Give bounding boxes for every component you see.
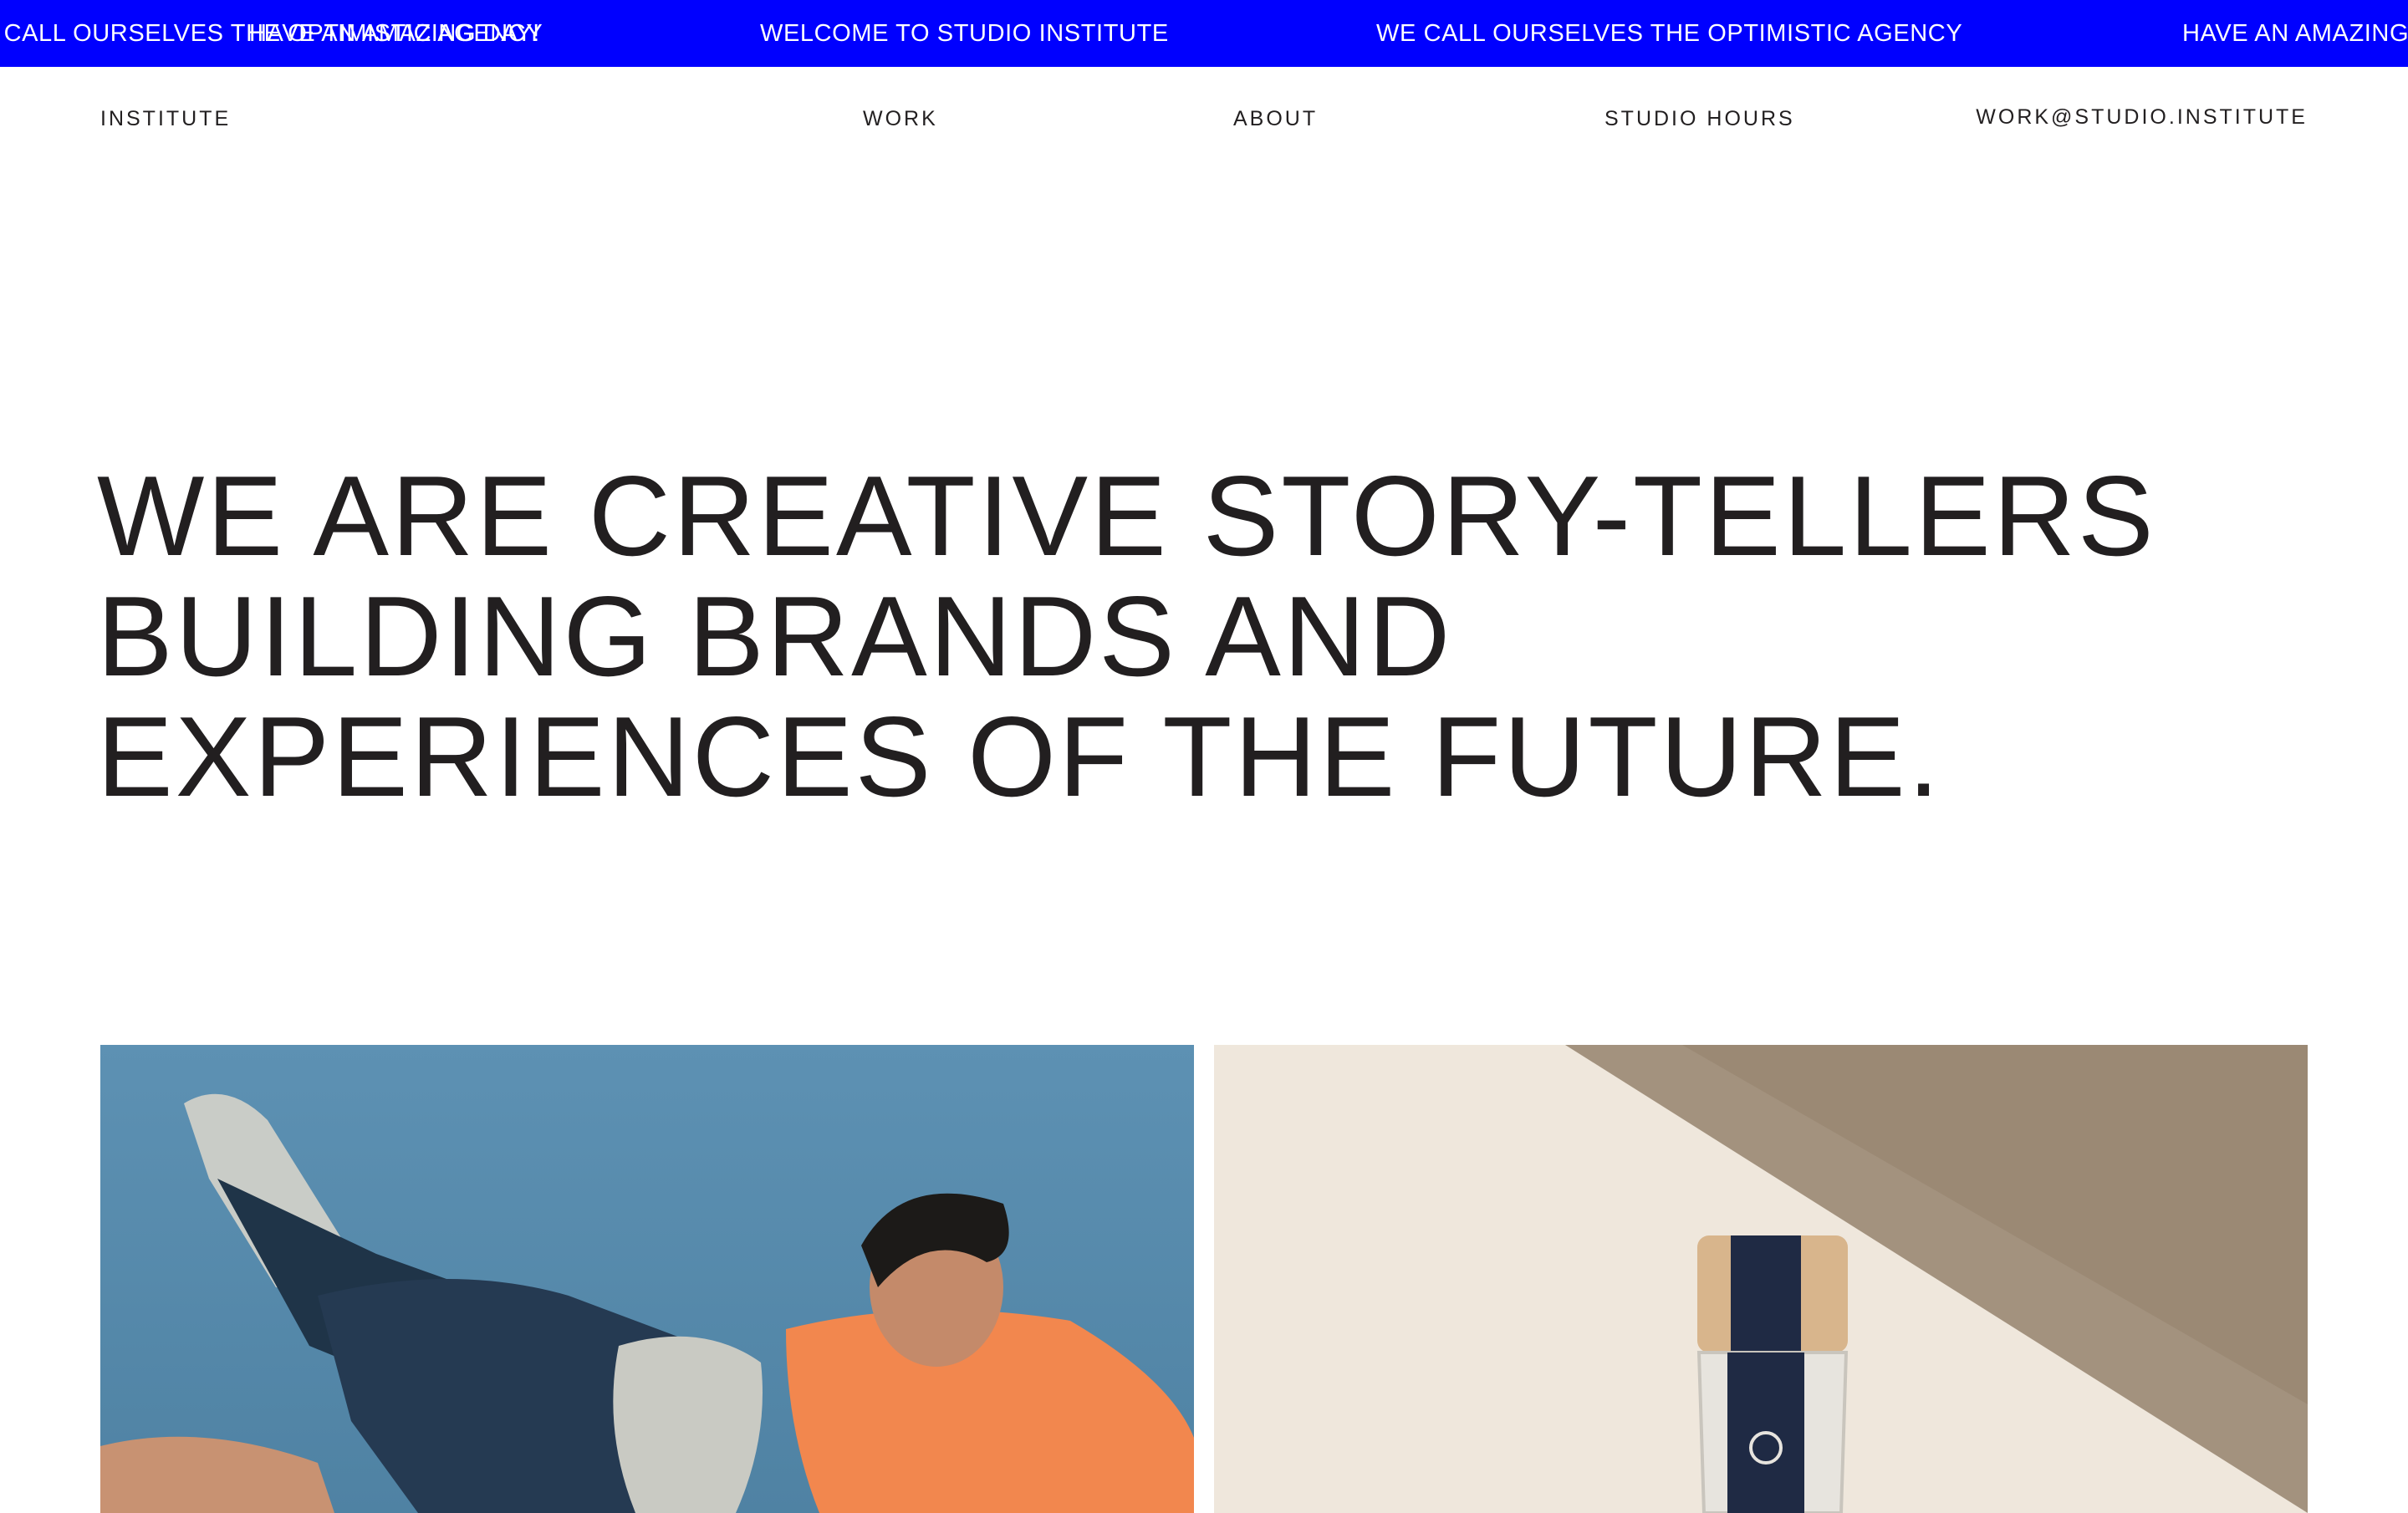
nav-link-studio-hours[interactable]: STUDIO HOURS [1604, 107, 1795, 131]
nav-link-work[interactable]: WORK [863, 107, 938, 131]
glass-bottle-photo [1214, 1045, 2308, 1513]
site-logo-link[interactable]: INSTITUTE [100, 107, 231, 131]
marquee-item: WE CALL OURSELVES THE OPTIMISTIC AGENCY [1376, 20, 1963, 47]
contact-email-link[interactable]: WORK@STUDIO.INSTITUTE [1976, 105, 2308, 130]
hero-line: WE ARE CREATIVE STORY-TELLERS [97, 452, 2156, 579]
nav-link-about[interactable]: ABOUT [1233, 107, 1318, 131]
hero-line: EXPERIENCES OF THE FUTURE. [97, 693, 1942, 820]
man-falling-sky-photo [100, 1045, 1194, 1513]
marquee-item: HAVE AN AMAZING DAY! [249, 20, 540, 47]
hero-headline: WE ARE CREATIVE STORY-TELLERS BUILDING B… [97, 456, 2354, 817]
project-tile-man-falling[interactable] [100, 1045, 1194, 1513]
hero-line: BUILDING BRANDS AND [97, 573, 1453, 700]
marquee-item: HAVE AN AMAZING DAY! [2182, 20, 2408, 47]
project-tile-bottle[interactable] [1214, 1045, 2308, 1513]
marquee-banner: WE CALL OURSELVES THE OPTIMISTIC AGENCY … [0, 0, 2408, 67]
marquee-item: WELCOME TO STUDIO INSTITUTE [760, 20, 1169, 47]
main-nav: INSTITUTE WORK ABOUT STUDIO HOURS WORK@S… [0, 67, 2408, 171]
